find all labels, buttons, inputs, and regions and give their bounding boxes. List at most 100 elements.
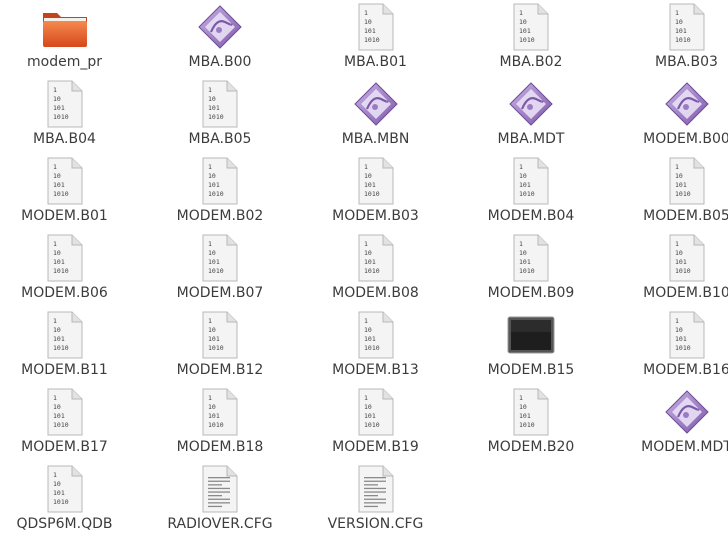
binary-file-icon: 1 10 101 1010 [346, 310, 406, 360]
file-item[interactable]: 1 10 101 1010 MODEM.B11 [0, 308, 142, 385]
svg-text:1010: 1010 [53, 267, 69, 275]
svg-text:101: 101 [53, 104, 65, 112]
file-item[interactable]: 1 10 101 1010 MODEM.B10 [609, 231, 728, 308]
file-item[interactable]: 1 10 101 1010 QDSP6M.QDB [0, 462, 142, 539]
file-name-label: MODEM.MDT [641, 439, 728, 455]
file-name-label: MODEM.B15 [487, 362, 575, 378]
svg-text:10: 10 [364, 326, 372, 334]
file-item[interactable]: 1 10 101 1010 MBA.B03 [609, 0, 728, 77]
file-item[interactable]: 1 10 101 1010 MBA.B05 [143, 77, 298, 154]
binary-file-icon: 1 10 101 1010 [501, 233, 561, 283]
file-item[interactable]: MODEM.MDT [609, 385, 728, 462]
svg-text:101: 101 [519, 181, 531, 189]
svg-text:1010: 1010 [364, 344, 380, 352]
svg-text:1: 1 [53, 394, 57, 402]
svg-text:10: 10 [364, 172, 372, 180]
file-item[interactable]: 1 10 101 1010 MODEM.B01 [0, 154, 142, 231]
svg-text:1: 1 [364, 394, 368, 402]
file-item[interactable]: 1 10 101 1010 MODEM.B18 [143, 385, 298, 462]
svg-text:10: 10 [364, 18, 372, 26]
file-item[interactable]: 1 10 101 1010 MODEM.B04 [454, 154, 609, 231]
binary-file-icon: 1 10 101 1010 [657, 310, 717, 360]
file-name-label: MODEM.B04 [487, 208, 575, 224]
svg-text:101: 101 [53, 412, 65, 420]
file-item[interactable]: MBA.MDT [454, 77, 609, 154]
file-item[interactable]: RADIOVER.CFG [143, 462, 298, 539]
file-name-label: MBA.B04 [33, 131, 96, 147]
file-item[interactable]: modem_pr [0, 0, 142, 77]
binary-file-icon: 1 10 101 1010 [190, 387, 250, 437]
svg-text:10: 10 [208, 326, 216, 334]
file-item[interactable]: 1 10 101 1010 MODEM.B20 [454, 385, 609, 462]
file-name-label: MODEM.B11 [21, 362, 108, 378]
file-name-label: RADIOVER.CFG [167, 516, 273, 532]
file-item[interactable]: 1 10 101 1010 MODEM.B05 [609, 154, 728, 231]
svg-text:1: 1 [208, 163, 212, 171]
file-item[interactable]: MODEM.B00 [609, 77, 728, 154]
file-name-label: MODEM.B19 [332, 439, 419, 455]
file-name-label: MODEM.B08 [332, 285, 419, 301]
file-item[interactable]: 1 10 101 1010 MBA.B04 [0, 77, 142, 154]
file-item[interactable]: 1 10 101 1010 MBA.B02 [454, 0, 609, 77]
binary-file-icon: 1 10 101 1010 [35, 79, 95, 129]
svg-text:1010: 1010 [519, 190, 535, 198]
file-item[interactable]: MBA.MBN [298, 77, 453, 154]
file-item[interactable]: 1 10 101 1010 MODEM.B16 [609, 308, 728, 385]
file-item[interactable]: 1 10 101 1010 MODEM.B02 [143, 154, 298, 231]
svg-text:10: 10 [519, 403, 527, 411]
file-item[interactable]: 1 10 101 1010 MODEM.B08 [298, 231, 453, 308]
file-name-label: QDSP6M.QDB [16, 516, 113, 532]
file-item[interactable]: 1 10 101 1010 MODEM.B03 [298, 154, 453, 231]
svg-text:1010: 1010 [675, 344, 691, 352]
svg-text:101: 101 [208, 258, 220, 266]
file-item[interactable]: 1 10 101 1010 MODEM.B06 [0, 231, 142, 308]
file-name-label: MODEM.B17 [21, 439, 108, 455]
svg-text:10: 10 [675, 249, 683, 257]
svg-text:101: 101 [53, 258, 65, 266]
file-item[interactable]: 1 10 101 1010 MODEM.B17 [0, 385, 142, 462]
svg-text:1010: 1010 [53, 344, 69, 352]
file-item[interactable]: MODEM.B15 [454, 308, 609, 385]
binary-file-icon: 1 10 101 1010 [657, 2, 717, 52]
svg-text:1: 1 [53, 317, 57, 325]
file-name-label: MODEM.B16 [643, 362, 728, 378]
svg-text:101: 101 [208, 104, 220, 112]
svg-text:1: 1 [675, 317, 679, 325]
svg-text:1010: 1010 [364, 190, 380, 198]
binary-file-icon: 1 10 101 1010 [501, 387, 561, 437]
svg-text:101: 101 [675, 27, 687, 35]
svg-text:1: 1 [208, 240, 212, 248]
svg-text:10: 10 [519, 172, 527, 180]
svg-text:1010: 1010 [364, 421, 380, 429]
binary-file-icon: 1 10 101 1010 [501, 156, 561, 206]
file-item[interactable]: 1 10 101 1010 MODEM.B19 [298, 385, 453, 462]
svg-text:101: 101 [53, 335, 65, 343]
file-item[interactable]: VERSION.CFG [298, 462, 453, 539]
binary-file-icon: 1 10 101 1010 [190, 233, 250, 283]
file-name-label: MODEM.B07 [176, 285, 264, 301]
file-name-label: MODEM.B06 [21, 285, 108, 301]
svg-text:10: 10 [364, 403, 372, 411]
file-name-label: MODEM.B13 [332, 362, 419, 378]
file-name-label: MBA.B01 [344, 54, 407, 70]
svg-text:101: 101 [208, 412, 220, 420]
file-item[interactable]: 1 10 101 1010 MBA.B01 [298, 0, 453, 77]
svg-text:1010: 1010 [53, 190, 69, 198]
diamond-package-icon [190, 2, 250, 52]
svg-text:1: 1 [364, 240, 368, 248]
svg-text:1010: 1010 [53, 113, 69, 121]
svg-text:10: 10 [519, 249, 527, 257]
svg-text:1: 1 [53, 163, 57, 171]
binary-file-icon: 1 10 101 1010 [190, 156, 250, 206]
file-item[interactable]: 1 10 101 1010 MODEM.B13 [298, 308, 453, 385]
svg-text:1010: 1010 [364, 267, 380, 275]
svg-text:1010: 1010 [208, 344, 224, 352]
file-item[interactable]: MBA.B00 [143, 0, 298, 77]
file-item[interactable]: 1 10 101 1010 MODEM.B12 [143, 308, 298, 385]
file-item[interactable]: 1 10 101 1010 MODEM.B09 [454, 231, 609, 308]
file-item[interactable]: 1 10 101 1010 MODEM.B07 [143, 231, 298, 308]
svg-text:10: 10 [675, 326, 683, 334]
svg-text:1010: 1010 [364, 36, 380, 44]
svg-text:10: 10 [208, 172, 216, 180]
svg-text:101: 101 [364, 181, 376, 189]
